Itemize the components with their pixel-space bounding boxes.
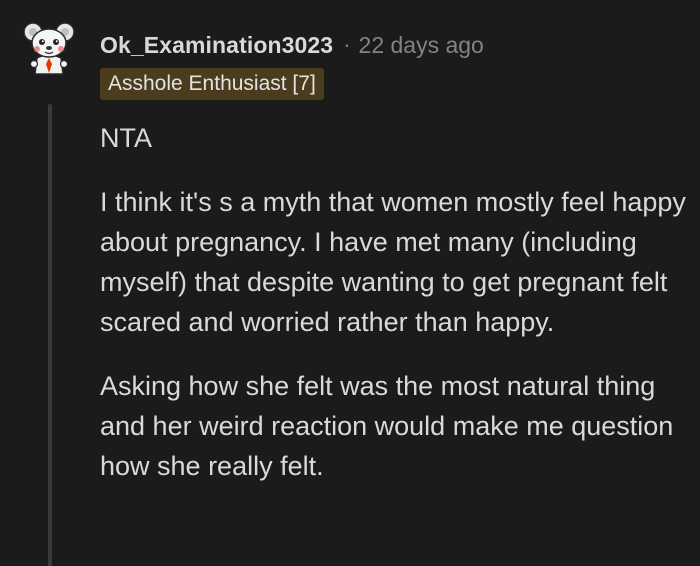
comment-paragraph: I think it's s a myth that women mostly …: [100, 187, 686, 337]
comment-header: Ok_Examination3023 · 22 days ago: [100, 28, 484, 62]
comment-timestamp[interactable]: 22 days ago: [359, 32, 484, 59]
comment-paragraph: Asking how she felt was the most natural…: [100, 371, 674, 481]
comment: Ok_Examination3023 · 22 days ago Asshole…: [0, 0, 700, 566]
thread-collapse-line[interactable]: [48, 104, 52, 566]
user-avatar[interactable]: [20, 18, 78, 76]
meta-separator: ·: [343, 32, 351, 57]
username-link[interactable]: Ok_Examination3023: [100, 32, 333, 59]
snoo-avatar-icon: [23, 22, 75, 75]
comment-paragraph: NTA: [100, 123, 152, 153]
comment-body: NTA I think it's s a myth that women mos…: [100, 118, 690, 510]
user-flair: Asshole Enthusiast [7]: [100, 68, 324, 100]
